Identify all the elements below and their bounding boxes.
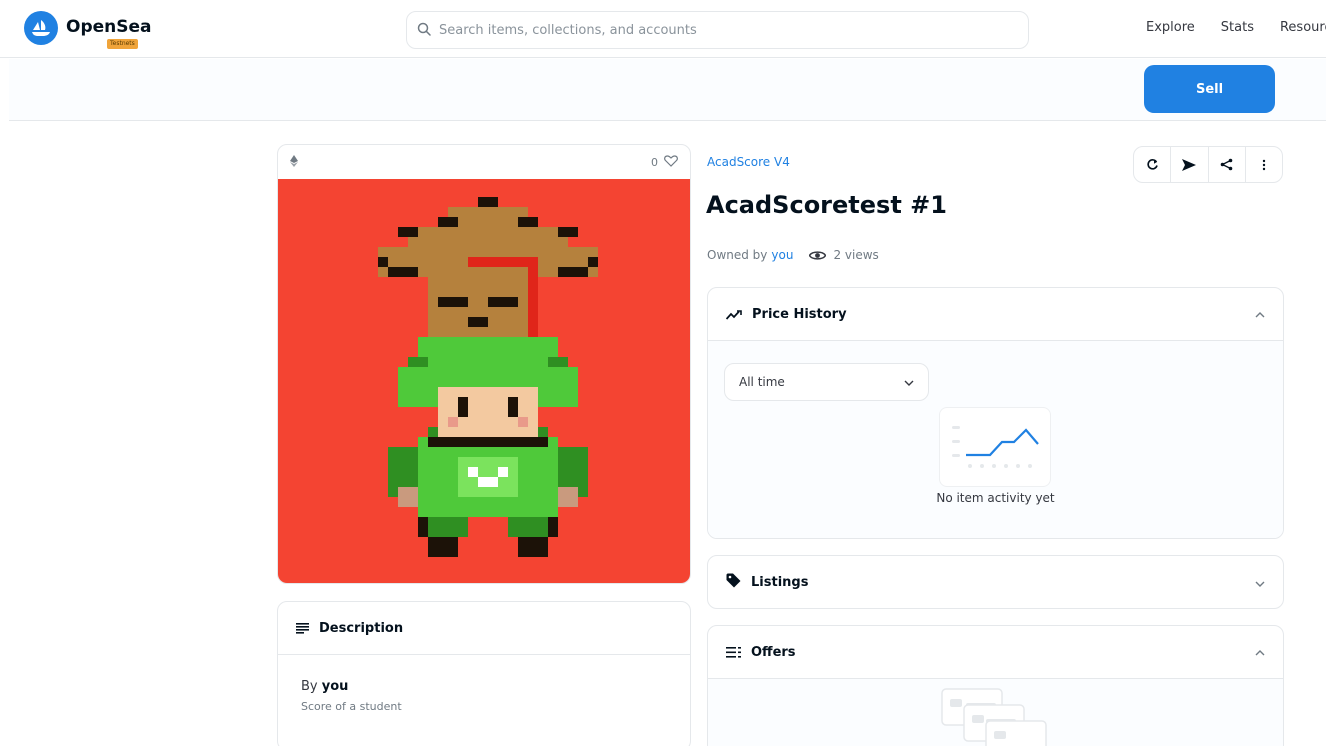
send-icon[interactable] xyxy=(1171,147,1209,182)
ownership-line: Owned by you 2 views xyxy=(707,248,879,262)
description-title: Description xyxy=(319,620,404,636)
more-vertical-icon[interactable] xyxy=(1246,147,1282,182)
empty-chart-illustration xyxy=(939,407,1051,487)
offers-header[interactable]: Offers xyxy=(708,626,1283,679)
search-icon xyxy=(417,21,431,40)
author-prefix: By xyxy=(301,679,318,694)
description-author-line: By you xyxy=(301,679,667,694)
nft-artwork[interactable] xyxy=(278,179,690,583)
chevron-up-icon[interactable] xyxy=(1255,307,1265,321)
author-link[interactable]: you xyxy=(322,679,349,694)
pixel-character-image xyxy=(378,197,598,557)
description-text: Score of a student xyxy=(301,700,402,713)
brand-name: OpenSea xyxy=(66,17,152,37)
opensea-logo[interactable]: OpenSea Testnets xyxy=(24,11,152,51)
offers-panel: Offers xyxy=(707,625,1284,746)
owner-link[interactable]: you xyxy=(771,248,793,262)
description-header[interactable]: Description xyxy=(278,602,690,655)
item-media-card: 0 xyxy=(277,144,691,584)
favorite-control[interactable]: 0 xyxy=(651,154,678,170)
tag-icon xyxy=(726,573,741,592)
price-history-header[interactable]: Price History xyxy=(708,288,1283,341)
trend-icon xyxy=(725,305,742,324)
opensea-boat-icon xyxy=(24,11,58,45)
top-navigation: OpenSea Testnets Explore Stats Resources xyxy=(0,0,1326,58)
view-count: 2 views xyxy=(833,248,879,262)
nav-stats-link[interactable]: Stats xyxy=(1221,20,1254,35)
testnet-badge: Testnets xyxy=(107,39,138,49)
offers-title: Offers xyxy=(751,644,796,660)
empty-offers-illustration xyxy=(941,688,1047,746)
offers-body xyxy=(708,679,1283,746)
nav-resources-link[interactable]: Resources xyxy=(1280,20,1326,35)
search-bar[interactable] xyxy=(406,11,1029,49)
item-toolbar xyxy=(1133,146,1283,183)
nav-explore-link[interactable]: Explore xyxy=(1146,20,1195,35)
heart-icon[interactable] xyxy=(664,154,678,170)
chevron-down-icon xyxy=(904,376,914,389)
refresh-icon[interactable] xyxy=(1134,147,1172,182)
price-history-body: All time No item activity yet xyxy=(708,341,1283,538)
no-activity-text: No item activity yet xyxy=(936,491,1055,505)
chevron-up-icon[interactable] xyxy=(1255,645,1265,659)
sell-button[interactable]: Sell xyxy=(1144,65,1275,113)
listings-panel: Listings xyxy=(707,555,1284,609)
list-icon xyxy=(726,643,741,662)
item-title: AcadScoretest #1 xyxy=(706,191,947,219)
time-range-select[interactable]: All time xyxy=(724,363,929,401)
owned-by-prefix: Owned by xyxy=(707,248,768,262)
description-body: By you Score of a student xyxy=(278,655,690,737)
listings-header[interactable]: Listings xyxy=(708,556,1283,608)
no-activity-message: No item activity yet xyxy=(708,491,1283,505)
item-action-bar: Sell xyxy=(9,59,1326,121)
ethereum-icon xyxy=(290,154,298,170)
collection-link[interactable]: AcadScore V4 xyxy=(707,155,790,169)
search-input[interactable] xyxy=(439,22,999,38)
favorite-count: 0 xyxy=(651,155,658,169)
eye-icon xyxy=(809,250,827,261)
chevron-down-icon[interactable] xyxy=(1255,576,1265,590)
main-nav: Explore Stats Resources xyxy=(1146,20,1326,35)
media-card-header: 0 xyxy=(278,145,690,179)
price-history-title: Price History xyxy=(752,306,847,322)
text-lines-icon xyxy=(296,619,309,638)
price-history-panel: Price History All time No item activity … xyxy=(707,287,1284,539)
listings-title: Listings xyxy=(751,575,809,590)
time-range-value: All time xyxy=(739,375,785,389)
share-icon[interactable] xyxy=(1209,147,1246,182)
description-panel: Description By you Score of a student xyxy=(277,601,691,746)
